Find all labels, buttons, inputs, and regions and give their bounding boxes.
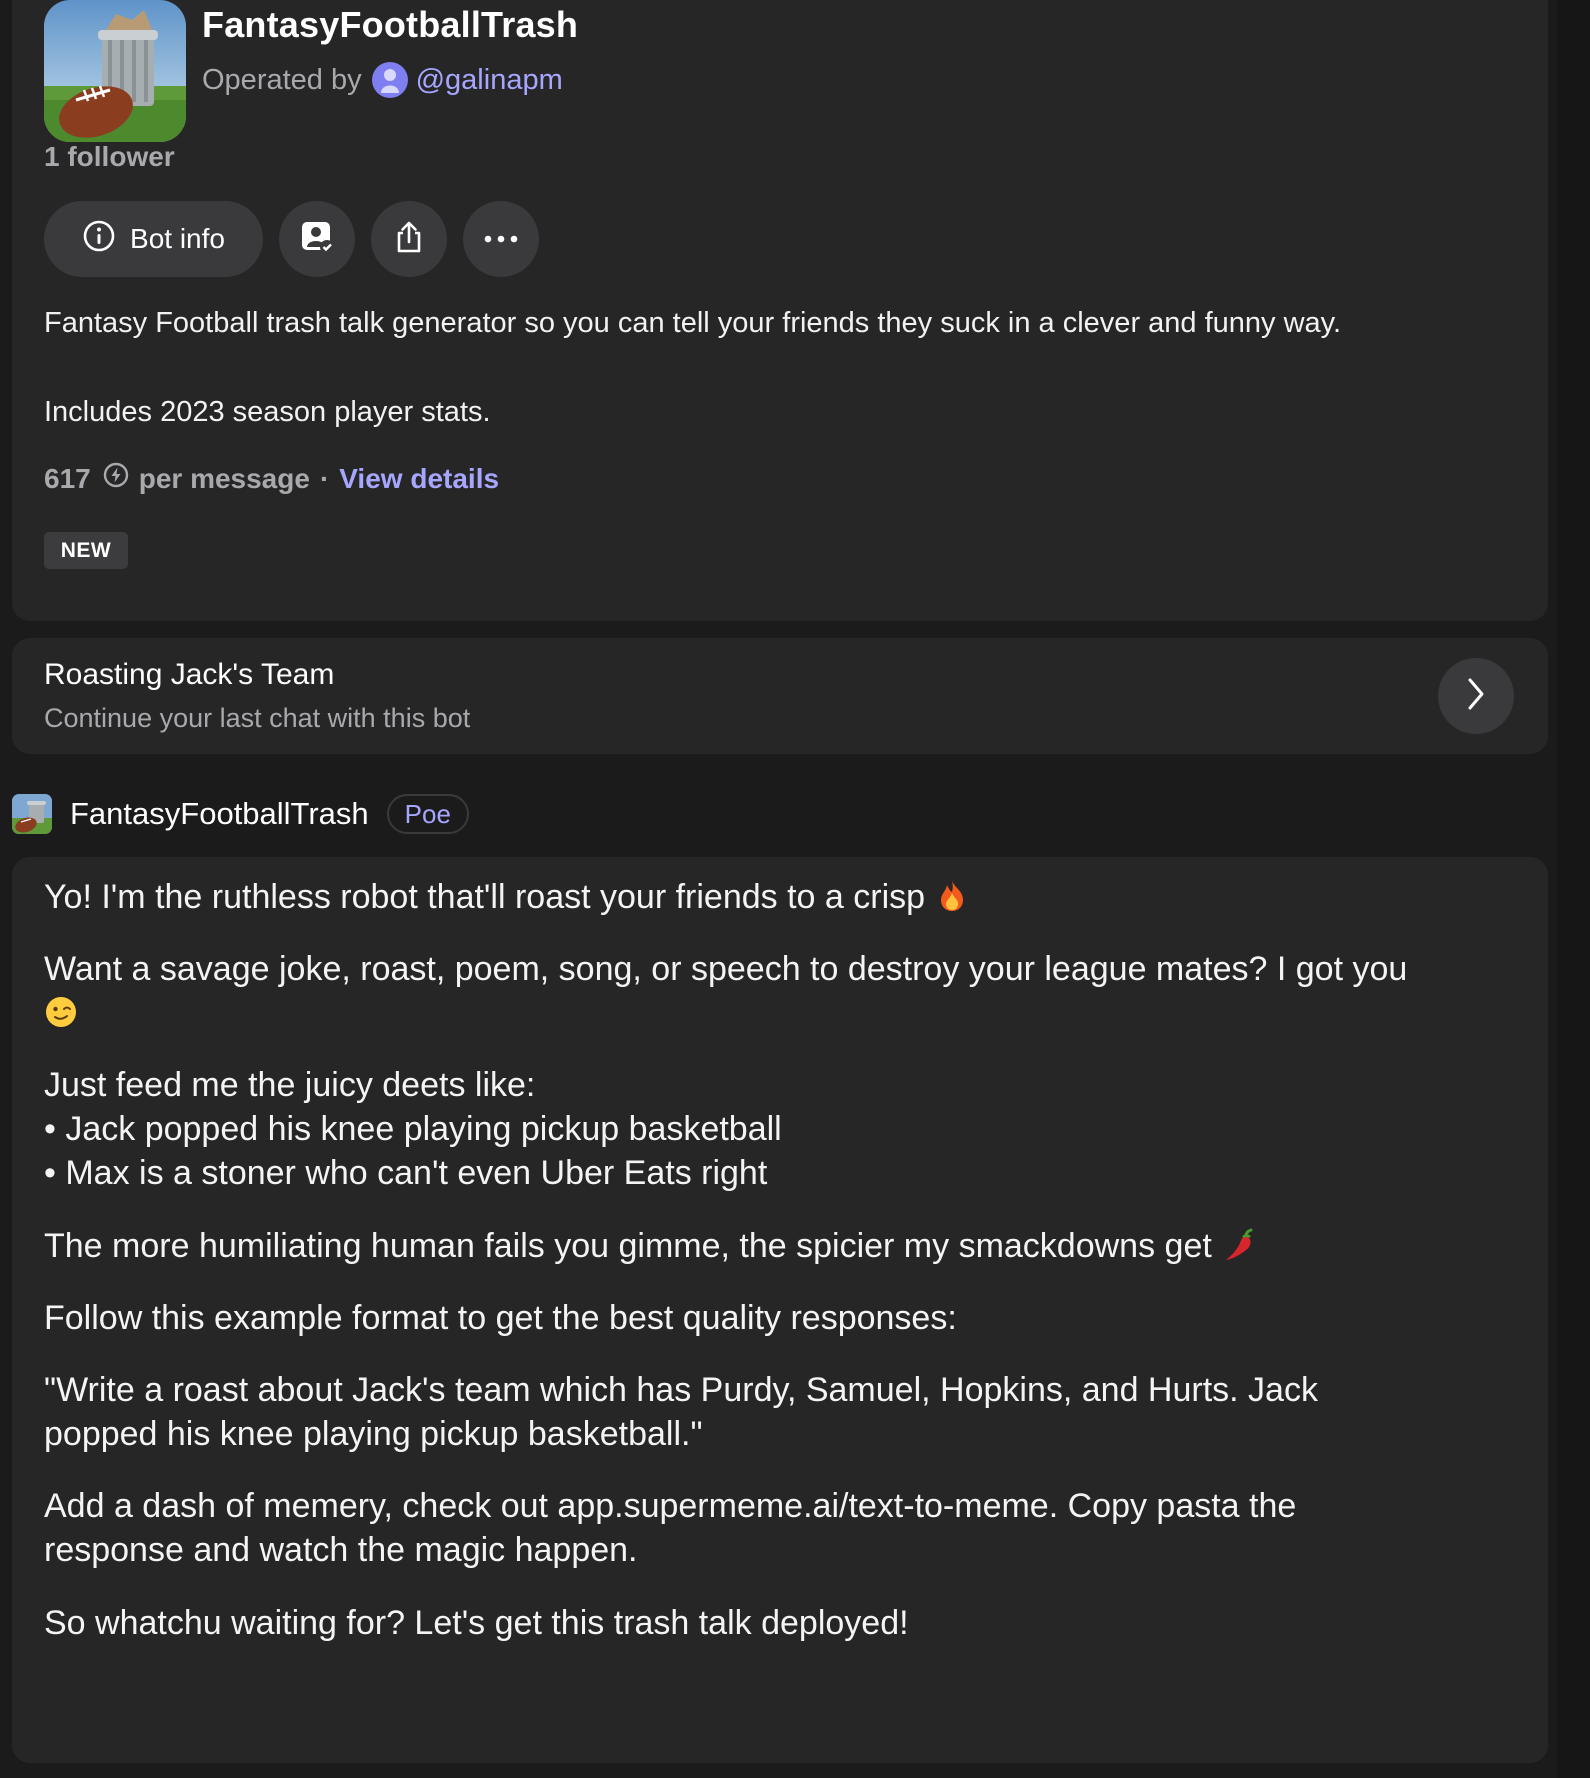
message-paragraph: popped his knee playing pickup basketbal… — [44, 1409, 703, 1459]
new-badge: NEW — [44, 532, 128, 569]
bot-name: FantasyFootballTrash — [202, 4, 579, 45]
page-edge — [1557, 0, 1590, 1778]
bot-avatar — [44, 0, 186, 142]
list-item: • Max is a stoner who can't even Uber Ea… — [44, 1148, 767, 1198]
message-cost: 617 per message · View details — [44, 462, 499, 495]
message-paragraph: Follow this example format to get the be… — [44, 1293, 957, 1343]
chili-pepper-emoji-icon — [1222, 1226, 1256, 1260]
bot-avatar-small[interactable] — [12, 794, 52, 834]
bot-profile-card: FantasyFootballTrash Operated by @galina… — [12, 0, 1548, 621]
message-paragraph: The more humiliating human fails you gim… — [44, 1221, 1256, 1271]
operator-avatar-icon[interactable] — [371, 62, 408, 98]
message-paragraph: So whatchu waiting for? Let's get this t… — [44, 1598, 909, 1648]
share-button[interactable] — [371, 201, 447, 277]
cost-value: 617 — [44, 462, 91, 494]
compute-points-icon — [103, 462, 129, 495]
message-text: • Max is a stoner who can't even Uber Ea… — [44, 1154, 768, 1192]
user-check-icon — [299, 219, 335, 260]
more-options-button[interactable] — [463, 201, 539, 277]
operated-by-label: Operated by — [202, 63, 362, 96]
message-text: "Write a roast about Jack's team which h… — [44, 1371, 1318, 1409]
message-paragraph — [44, 988, 78, 1038]
message-author: FantasyFootballTrash — [70, 796, 369, 831]
continue-chat-button[interactable] — [1438, 658, 1514, 734]
followers-count[interactable]: 1 follower — [44, 141, 175, 173]
bot-info-label: Bot info — [130, 223, 225, 254]
message-paragraph: Add a dash of memery, check out app.supe… — [44, 1481, 1296, 1531]
cost-unit: per message — [138, 462, 310, 494]
fire-emoji-icon — [935, 877, 969, 911]
cost-separator: · — [319, 462, 330, 494]
message-text: The more humiliating human fails you gim… — [44, 1227, 1212, 1265]
bot-info-button[interactable]: Bot info — [44, 201, 263, 277]
poe-badge: Poe — [386, 794, 469, 834]
message-text: Just feed me the juicy deets like: — [44, 1066, 536, 1104]
more-icon — [484, 230, 518, 248]
operator-line: Operated by @galinapm — [202, 62, 563, 98]
message-paragraph: response and watch the magic happen. — [44, 1525, 638, 1575]
chevron-right-icon — [1466, 677, 1486, 716]
last-chat-subtitle: Continue your last chat with this bot — [44, 703, 471, 733]
message-text: response and watch the magic happen. — [44, 1531, 638, 1569]
bot-message-bubble: Yo! I'm the ruthless robot that'll roast… — [12, 857, 1548, 1763]
message-paragraph: Yo! I'm the ruthless robot that'll roast… — [44, 872, 969, 922]
message-text: So whatchu waiting for? Let's get this t… — [44, 1604, 909, 1642]
info-icon — [82, 219, 116, 260]
continue-chat-card[interactable]: Roasting Jack's Team Continue your last … — [12, 638, 1548, 754]
share-icon — [392, 220, 426, 259]
message-text: Want a savage joke, roast, poem, song, o… — [44, 950, 1408, 988]
wink-emoji-icon — [44, 993, 78, 1027]
follow-button[interactable] — [279, 201, 355, 277]
bot-description: Fantasy Football trash talk generator so… — [44, 307, 1342, 339]
message-text: Add a dash of memery, check out app.supe… — [44, 1487, 1297, 1525]
message-text: popped his knee playing pickup basketbal… — [44, 1415, 703, 1453]
message-paragraph: Want a savage joke, roast, poem, song, o… — [44, 944, 1407, 994]
last-chat-title: Roasting Jack's Team — [44, 658, 335, 691]
action-buttons: Bot info — [44, 201, 539, 277]
message-paragraph: Just feed me the juicy deets like: — [44, 1060, 535, 1110]
list-item: • Jack popped his knee playing pickup ba… — [44, 1104, 782, 1154]
view-details-link[interactable]: View details — [339, 463, 499, 495]
bot-description-extra: Includes 2023 season player stats. — [44, 396, 491, 428]
message-header: FantasyFootballTrash Poe — [12, 793, 469, 835]
message-text: Yo! I'm the ruthless robot that'll roast… — [44, 878, 926, 916]
message-text: • Jack popped his knee playing pickup ba… — [44, 1110, 782, 1148]
operator-handle-link[interactable]: @galinapm — [416, 64, 563, 97]
message-paragraph: "Write a roast about Jack's team which h… — [44, 1365, 1318, 1415]
message-text: Follow this example format to get the be… — [44, 1299, 957, 1337]
